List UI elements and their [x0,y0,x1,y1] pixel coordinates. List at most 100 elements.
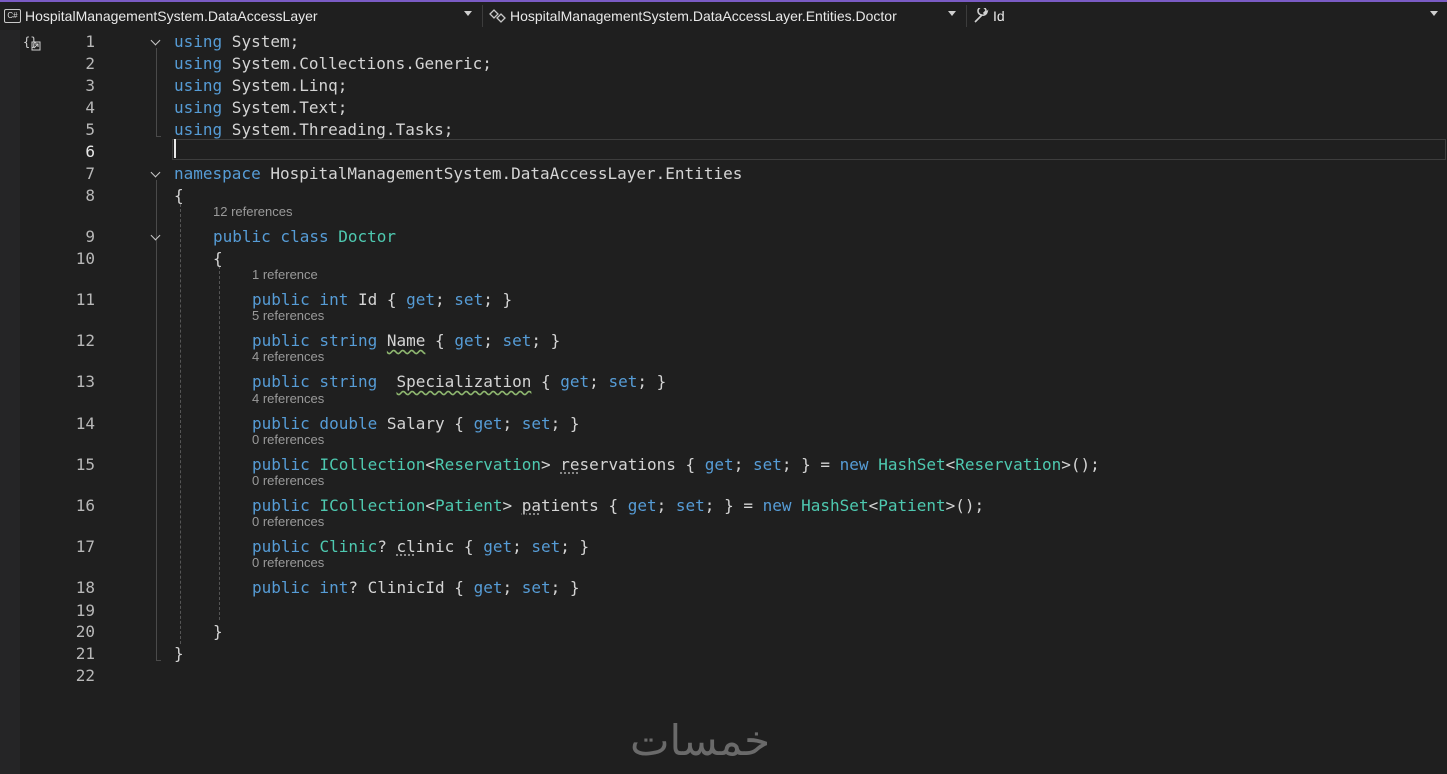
code-token: < [868,496,879,515]
code-text: using System.Collections.Generic; [174,53,492,75]
code-text: public ICollection<Patient> patients { g… [252,495,984,517]
watermark-logo: خمسات [630,716,771,765]
codelens-references[interactable]: 1 reference [252,267,318,282]
code-token: using [174,120,223,139]
code-token: > [541,455,561,474]
codelens-references[interactable]: 4 references [252,349,324,364]
code-line[interactable]: 1 using System; [0,31,1447,53]
code-token: ; [502,414,522,433]
code-token: using [174,98,223,117]
code-line[interactable]: 16 public ICollection<Patient> patients {… [0,495,1447,517]
code-token: { [174,186,184,205]
code-token: >(); [1061,455,1100,474]
code-text: using System.Text; [174,97,347,119]
code-token: >(); [945,496,985,515]
code-line[interactable]: 10 { [0,248,1447,270]
code-line[interactable]: 15 public ICollection<Reservation> reserv… [0,454,1447,476]
code-token: set [502,331,532,350]
fold-chevron-icon[interactable] [151,37,161,47]
code-text: namespace HospitalManagementSystem.DataA… [174,163,742,185]
code-token: Specialization [396,372,532,391]
project-dropdown-label: HospitalManagementSystem.DataAccessLayer [25,8,318,24]
code-token: ; } [550,414,580,433]
project-dropdown[interactable]: C# HospitalManagementSystem.DataAccessLa… [4,2,478,30]
code-token: Salary { [377,414,474,433]
code-token: get [473,578,503,597]
line-number: 11 [75,290,95,309]
line-number: 18 [75,578,95,597]
codelens-references[interactable]: 0 references [252,432,324,447]
code-token: Reservation [435,455,542,474]
code-token: public [252,496,310,515]
code-token: { [213,249,223,268]
codelens-references[interactable]: 4 references [252,391,324,406]
code-token: public double [252,414,378,433]
code-line[interactable]: 2 using System.Collections.Generic; [0,53,1447,75]
codelens-references[interactable]: 12 references [213,204,293,219]
code-token: System.Linq; [222,76,348,95]
fold-chevron-icon[interactable] [151,169,161,179]
line-number: 1 [85,32,95,51]
code-token: set [752,455,782,474]
code-line[interactable]: 11 public int Id { get; set; } [0,289,1447,311]
code-token: re [560,455,580,474]
code-line[interactable]: 13 public string Specialization { get; se… [0,371,1447,393]
code-token: } [174,644,184,663]
code-line[interactable]: 6 [0,141,1447,163]
code-token: ; } [531,331,561,350]
code-token: cl [396,537,416,556]
navigation-bar: C# HospitalManagementSystem.DataAccessLa… [0,0,1447,30]
line-number: 12 [75,331,95,350]
code-token: < [425,455,436,474]
code-token: ; [656,496,676,515]
code-token: public string [252,331,378,350]
codelens-references[interactable]: 5 references [252,308,324,323]
code-line[interactable]: 22 [0,665,1447,687]
code-token: set [454,290,484,309]
code-token: Id { [348,290,407,309]
code-token: System; [222,32,300,51]
code-token: ? [377,537,397,556]
code-line[interactable]: 21} [0,643,1447,665]
code-line[interactable]: 9 public class Doctor [0,226,1447,248]
code-token: > [502,496,522,515]
code-line[interactable]: 20} [0,621,1447,643]
line-number: 14 [75,414,95,433]
code-line[interactable]: 12 public string Name { get; set; } [0,330,1447,352]
code-line[interactable]: 14 public double Salary { get; set; } [0,413,1447,435]
type-dropdown[interactable]: HospitalManagementSystem.DataAccessLayer… [488,2,962,30]
code-line[interactable]: 17 public Clinic? clinic { get; set; } [0,536,1447,558]
code-token: pa [521,496,542,515]
code-token: get [704,455,734,474]
code-line[interactable]: 19 [0,600,1447,622]
code-token: Reservation [955,455,1062,474]
code-token: Clinic [319,537,378,556]
member-dropdown[interactable]: Id [972,2,1444,30]
code-token: tients { [541,496,628,515]
code-line[interactable]: 3 using System.Linq; [0,75,1447,97]
line-number: 2 [85,54,95,73]
codelens-references[interactable]: 0 references [252,514,324,529]
code-line[interactable]: 4 using System.Text; [0,97,1447,119]
code-line[interactable]: 5 using System.Threading.Tasks; [0,119,1447,141]
code-token: ; [502,578,522,597]
code-token: set [521,414,551,433]
line-number: 20 [75,622,95,641]
line-number: 8 [85,186,95,205]
line-number: 6 [85,142,95,161]
chevron-down-icon [1430,11,1438,16]
indent-guide [219,266,220,620]
codelens-references[interactable]: 0 references [252,473,324,488]
code-line[interactable]: 18 public int? ClinicId { get; set; } [0,577,1447,599]
fold-chevron-icon[interactable] [151,232,161,242]
code-text: } [174,643,184,665]
line-number: 5 [85,120,95,139]
codelens-references[interactable]: 0 references [252,555,324,570]
code-line[interactable]: 7 namespace HospitalManagementSystem.Data… [0,163,1447,185]
type-dropdown-label: HospitalManagementSystem.DataAccessLayer… [510,8,897,24]
code-token: System.Collections.Generic; [222,54,492,73]
code-token: get [454,331,484,350]
code-token: ; } [483,290,513,309]
